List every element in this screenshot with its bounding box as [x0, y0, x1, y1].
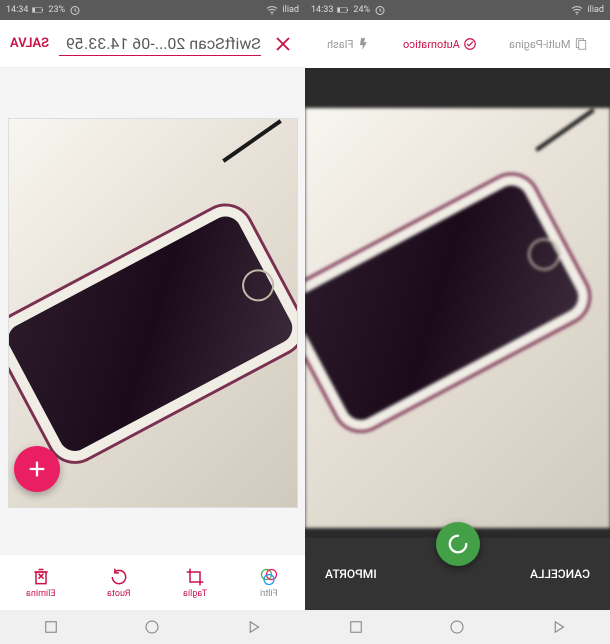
battery-icon — [32, 4, 44, 16]
scan-preview-image[interactable] — [8, 118, 298, 508]
status-carrier: iliad — [282, 5, 299, 15]
edit-header: SwiftScan 20...-06 14.33.59 SALVA — [0, 20, 305, 68]
flash-label: Flash — [327, 38, 353, 51]
status-carrier: iliad — [587, 5, 604, 15]
import-button[interactable]: IMPORTA — [325, 567, 377, 581]
alarm-icon — [374, 4, 386, 16]
nav-home-button[interactable] — [143, 618, 161, 636]
add-page-fab[interactable] — [14, 446, 60, 492]
rotate-icon — [109, 567, 129, 587]
camera-modes: Flash Automatico Multi-Pagina — [305, 20, 610, 68]
battery-icon — [337, 4, 349, 16]
scan-preview-area — [0, 68, 305, 554]
alarm-icon — [69, 4, 81, 16]
status-time: 14:33 — [311, 5, 333, 15]
status-bar: 14:34 23% iliad — [0, 0, 305, 20]
rotate-button[interactable]: Ruota — [107, 567, 130, 599]
crop-label: Taglia — [183, 589, 207, 599]
status-bar: 14:33 24% iliad — [305, 0, 610, 20]
auto-mode-button[interactable]: Automatico — [403, 37, 478, 51]
status-battery: 23% — [48, 5, 65, 15]
edit-scan-screen: 14:34 23% iliad SwiftScan 20...-06 14.33… — [0, 0, 305, 610]
multipage-label: Multi-Pagina — [509, 38, 570, 51]
scan-title-input[interactable]: SwiftScan 20...-06 14.33.59 — [59, 32, 261, 56]
close-icon — [274, 35, 292, 53]
nav-home-button[interactable] — [448, 618, 466, 636]
wifi-icon — [571, 4, 583, 16]
delete-button[interactable]: Elimina — [26, 567, 55, 599]
capture-button[interactable] — [436, 522, 480, 566]
multipage-mode-button[interactable]: Multi-Pagina — [509, 37, 588, 51]
delete-label: Elimina — [26, 589, 55, 599]
status-battery: 24% — [353, 5, 370, 15]
plus-icon — [26, 458, 48, 480]
system-nav-bar — [0, 610, 610, 644]
spinner-icon — [447, 533, 469, 555]
camera-viewfinder — [305, 68, 610, 538]
multipage-icon — [574, 37, 588, 51]
cancel-button[interactable]: CANCELLA — [530, 567, 590, 581]
status-time: 14:34 — [6, 5, 28, 15]
flash-mode-button[interactable]: Flash — [327, 37, 371, 51]
auto-label: Automatico — [403, 38, 460, 51]
edit-toolbar: Elimina Ruota Taglia Filtri — [0, 554, 305, 610]
camera-preview[interactable] — [305, 108, 610, 528]
auto-icon — [463, 37, 477, 51]
filter-icon — [259, 567, 279, 587]
nav-recent-button[interactable] — [347, 618, 365, 636]
camera-scan-screen: 14:33 24% iliad Flash Automatico Multi- — [305, 0, 610, 610]
nav-back-button[interactable] — [245, 618, 263, 636]
nav-back-button[interactable] — [550, 618, 568, 636]
filter-label: Filtri — [260, 589, 278, 599]
crop-button[interactable]: Taglia — [183, 567, 207, 599]
flash-icon — [357, 37, 371, 51]
filter-button[interactable]: Filtri — [259, 567, 279, 599]
crop-icon — [185, 567, 205, 587]
wifi-icon — [266, 4, 278, 16]
rotate-label: Ruota — [107, 589, 130, 599]
trash-icon — [31, 567, 51, 587]
camera-actions: IMPORTA CANCELLA — [305, 538, 610, 610]
close-button[interactable] — [271, 32, 295, 56]
save-button[interactable]: SALVA — [10, 36, 49, 51]
nav-recent-button[interactable] — [42, 618, 60, 636]
